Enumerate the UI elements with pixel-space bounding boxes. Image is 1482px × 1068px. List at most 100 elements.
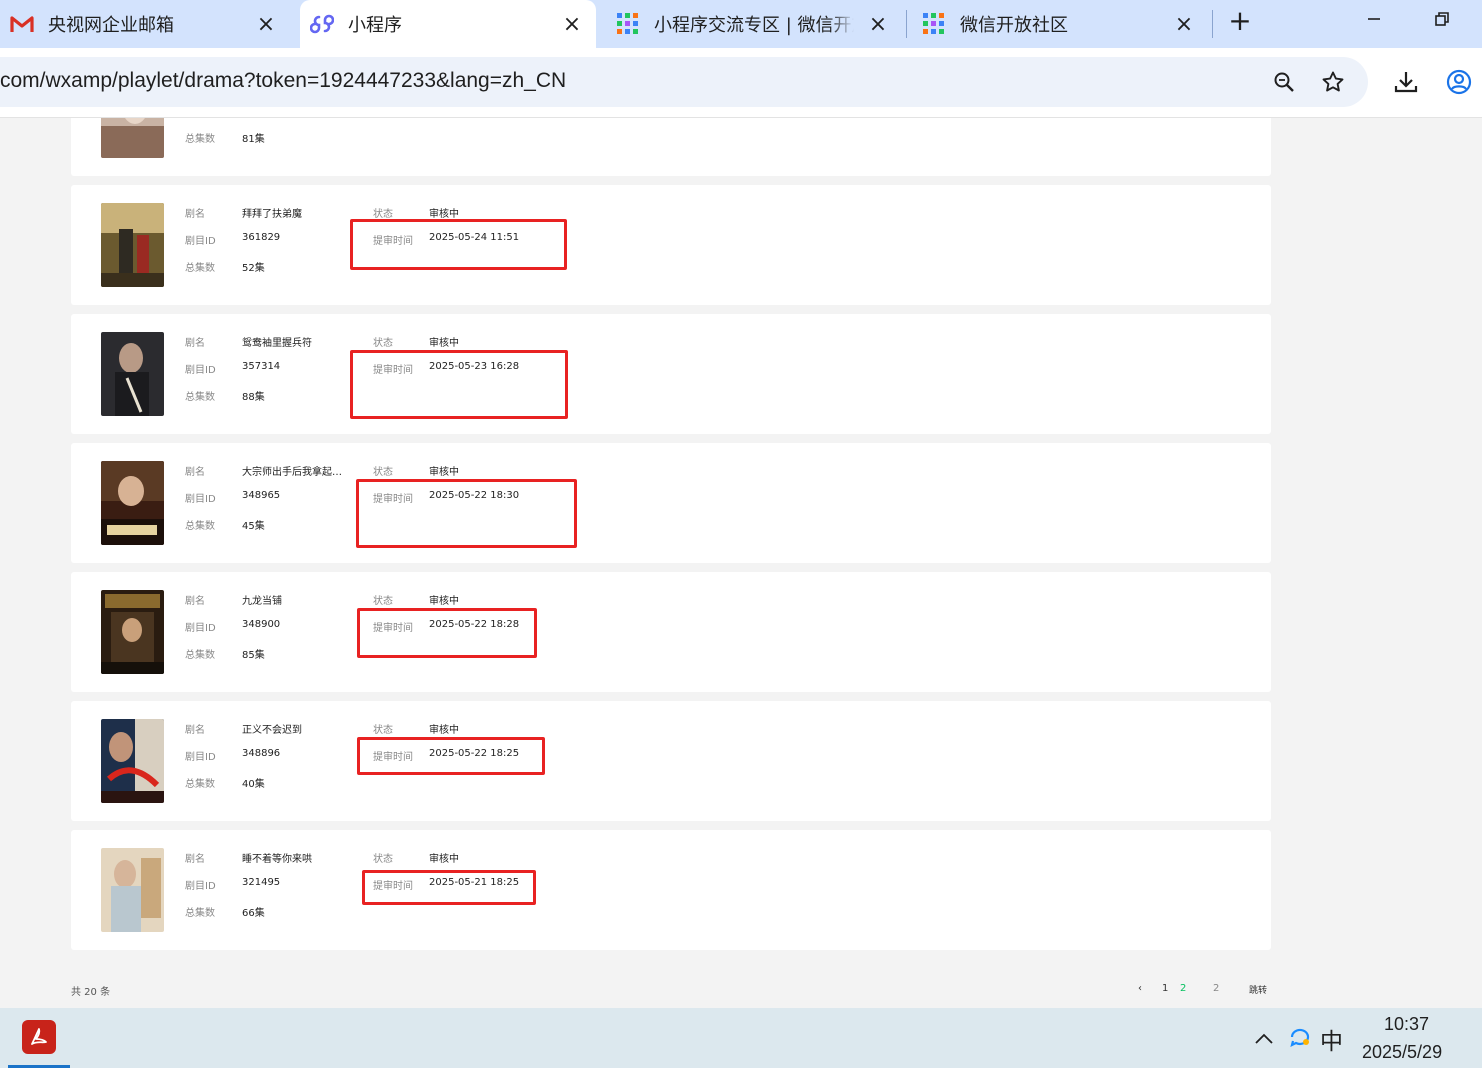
tab-title: 小程序 — [348, 15, 402, 36]
page-2-link[interactable]: 2 — [1180, 983, 1186, 994]
status-value: 审核中 — [429, 209, 459, 220]
page-1-link[interactable]: 1 — [1162, 983, 1168, 994]
drama-id: 348900 — [242, 619, 281, 630]
tab-miniprogram-forum[interactable]: 小程序交流专区 | 微信开放 × — [606, 0, 902, 48]
tab-separator — [1212, 10, 1213, 38]
tab-separator — [906, 10, 907, 38]
id-label: 剧目ID — [185, 236, 216, 247]
clock-time[interactable]: 10:37 — [1384, 1014, 1429, 1035]
browser-toolbar: com/wxamp/playlet/drama?token=1924447233… — [0, 48, 1482, 118]
highlight-box — [356, 479, 577, 548]
drama-card[interactable]: 剧名 睡不着等你来哄 剧目ID 321495 总集数 66集 状态 审核中 提审… — [71, 830, 1271, 950]
id-label: 剧目ID — [185, 494, 216, 505]
drama-card[interactable]: 剧名 九龙当铺 剧目ID 348900 总集数 85集 状态 审核中 提审时间 … — [71, 572, 1271, 692]
drama-poster — [101, 719, 164, 803]
episodes-value: 81集 — [242, 134, 265, 145]
browser-tab-bar: 央视网企业邮箱 × 小程序 × 小程序交流专区 | 微信开放 × 微信开放社区 … — [0, 0, 1482, 48]
profile-avatar-icon[interactable] — [1441, 64, 1477, 100]
status-value: 审核中 — [429, 596, 459, 607]
drama-name: 拜拜了扶弟魔 — [242, 209, 302, 220]
zoom-icon[interactable] — [1266, 64, 1302, 100]
episodes-value: 40集 — [242, 779, 265, 790]
ime-indicator[interactable]: 中 — [1320, 1022, 1343, 1056]
url-text[interactable]: com/wxamp/playlet/drama?token=1924447233… — [0, 69, 566, 93]
close-tab-icon[interactable]: × — [1170, 10, 1198, 38]
drama-id: 321495 — [242, 877, 281, 888]
tab-title: 小程序交流专区 | 微信开放 — [654, 15, 854, 36]
id-label: 剧目ID — [185, 881, 216, 892]
drama-poster — [101, 461, 164, 545]
prev-page-icon[interactable]: ‹ — [1138, 983, 1142, 994]
drama-name: 九龙当铺 — [242, 596, 282, 607]
drama-name: 睡不着等你来哄 — [242, 854, 312, 865]
wechat-open-icon — [616, 12, 640, 36]
drama-id: 357314 — [242, 361, 281, 372]
status-label: 状态 — [373, 467, 393, 478]
restore-icon[interactable] — [1422, 4, 1462, 34]
drama-poster — [101, 590, 164, 674]
status-label: 状态 — [373, 596, 393, 607]
close-tab-icon[interactable]: × — [558, 10, 586, 38]
episodes-label: 总集数 — [185, 392, 215, 403]
wechat-open-icon — [922, 12, 946, 36]
bookmark-star-icon[interactable] — [1315, 64, 1351, 100]
drama-poster — [101, 118, 164, 158]
minimize-icon[interactable] — [1354, 4, 1394, 34]
tab-wechat-community[interactable]: 微信开放社区 × — [912, 0, 1208, 48]
miniprogram-icon — [310, 12, 334, 36]
episodes-label: 总集数 — [185, 650, 215, 661]
drama-list-page: 总集数 81集 剧名 拜拜了扶弟魔 剧目ID 361829 总集数 52集 状态… — [0, 118, 1482, 1008]
tab-miniprogram[interactable]: 小程序 × — [300, 0, 596, 48]
status-value: 审核中 — [429, 338, 459, 349]
status-value: 审核中 — [429, 725, 459, 736]
episodes-label: 总集数 — [185, 908, 215, 919]
drama-name: 鸳鸯袖里握兵符 — [242, 338, 312, 349]
id-label: 剧目ID — [185, 365, 216, 376]
drama-card-partial: 总集数 81集 — [71, 118, 1271, 176]
download-icon[interactable] — [1388, 64, 1424, 100]
status-label: 状态 — [373, 725, 393, 736]
tab-title: 央视网企业邮箱 — [48, 15, 174, 36]
chat-app-icon[interactable] — [1287, 1024, 1313, 1050]
drama-card[interactable]: 剧名 大宗师出手后我拿起… 剧目ID 348965 总集数 45集 状态 审核中… — [71, 443, 1271, 563]
highlight-box — [362, 870, 536, 905]
close-tab-icon[interactable]: × — [252, 10, 280, 38]
tab-mail[interactable]: 央视网企业邮箱 × — [0, 0, 296, 48]
address-bar[interactable]: com/wxamp/playlet/drama?token=1924447233… — [0, 57, 1368, 107]
drama-card[interactable]: 剧名 鸳鸯袖里握兵符 剧目ID 357314 总集数 88集 状态 审核中 提审… — [71, 314, 1271, 434]
drama-card[interactable]: 剧名 正义不会迟到 剧目ID 348896 总集数 40集 状态 审核中 提审时… — [71, 701, 1271, 821]
clock-date[interactable]: 2025/5/29 — [1362, 1042, 1442, 1063]
name-label: 剧名 — [185, 209, 205, 220]
id-label: 剧目ID — [185, 623, 216, 634]
episodes-value: 66集 — [242, 908, 265, 919]
drama-id: 348896 — [242, 748, 281, 759]
drama-card[interactable]: 剧名 拜拜了扶弟魔 剧目ID 361829 总集数 52集 状态 审核中 提审时… — [71, 185, 1271, 305]
status-value: 审核中 — [429, 854, 459, 865]
new-tab-icon[interactable]: + — [1224, 4, 1256, 37]
tab-title: 微信开放社区 — [960, 15, 1068, 36]
drama-id: 348965 — [242, 490, 281, 501]
jump-button[interactable]: 跳转 — [1249, 983, 1267, 996]
status-label: 状态 — [373, 209, 393, 220]
episodes-value: 85集 — [242, 650, 265, 661]
name-label: 剧名 — [185, 725, 205, 736]
page-jump-input[interactable]: 2 — [1213, 983, 1219, 994]
id-label: 剧目ID — [185, 752, 216, 763]
acrobat-icon[interactable] — [22, 1020, 56, 1054]
episodes-value: 52集 — [242, 263, 265, 274]
chevron-up-icon[interactable] — [1252, 1026, 1276, 1050]
windows-taskbar: 中 10:37 2025/5/29 — [0, 1008, 1482, 1068]
drama-poster — [101, 848, 164, 932]
close-tab-icon[interactable]: × — [864, 10, 892, 38]
drama-poster — [101, 203, 164, 287]
drama-id: 361829 — [242, 232, 281, 243]
total-count: 共 20 条 — [71, 987, 111, 998]
status-label: 状态 — [373, 854, 393, 865]
highlight-box — [350, 219, 567, 270]
episodes-label: 总集数 — [185, 521, 215, 532]
status-value: 审核中 — [429, 467, 459, 478]
highlight-box — [357, 608, 537, 658]
highlight-box — [350, 350, 568, 419]
episodes-value: 45集 — [242, 521, 265, 532]
drama-name: 大宗师出手后我拿起… — [242, 467, 342, 478]
